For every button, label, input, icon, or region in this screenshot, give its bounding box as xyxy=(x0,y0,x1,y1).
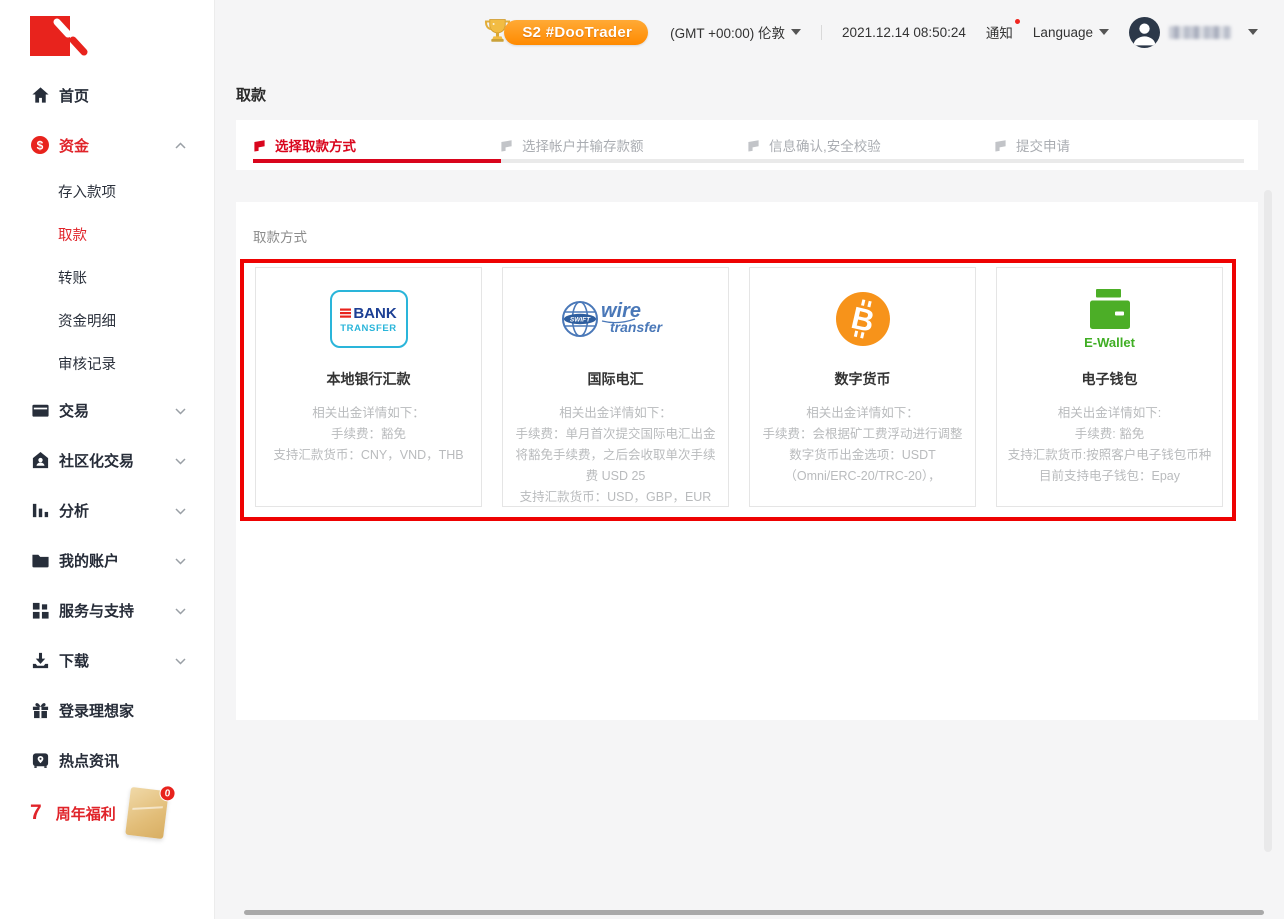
user-name-redacted xyxy=(1169,26,1231,39)
swift-wire-transfer-logo: SWIFT wire transfer xyxy=(512,282,719,356)
season-badge-label: S2 #DooTrader xyxy=(504,20,648,45)
sidebar-item-label: 资金 xyxy=(59,135,89,156)
progress-segment-active xyxy=(253,159,501,163)
bank-bars-icon xyxy=(340,307,351,319)
sidebar-item-trading[interactable]: 交易 xyxy=(0,385,214,435)
chevron-up-icon xyxy=(175,137,186,154)
sidebar-item-community-trading[interactable]: 社区化交易 xyxy=(0,435,214,485)
sidebar-item-transfer[interactable]: 转账 xyxy=(0,256,214,299)
chevron-down-icon xyxy=(175,502,186,519)
download-icon xyxy=(30,650,50,670)
bank-transfer-logo: BANK TRANSFER xyxy=(265,282,472,356)
sidebar-item-ideal-home[interactable]: 登录理想家 xyxy=(0,685,214,735)
method-card-local-bank[interactable]: BANK TRANSFER 本地银行汇款 相关出金详情如下： 手续费：豁免 支持… xyxy=(255,267,482,507)
sidebar-item-hot-news[interactable]: 热点资讯 xyxy=(0,735,214,785)
withdrawal-steps: 选择取款方式 选择帐户并输存款额 信息确认,安全校验 提交申请 xyxy=(236,120,1258,170)
divider xyxy=(821,25,822,40)
sidebar-item-anniversary-benefits[interactable]: 7 周年福利 0 xyxy=(0,785,214,841)
community-icon xyxy=(30,450,50,470)
svg-text:$: $ xyxy=(37,138,44,152)
step-flag-icon xyxy=(994,139,1007,152)
page-title: 取款 xyxy=(236,64,1258,105)
seven-anniversary-icon: 7 xyxy=(30,801,42,825)
sidebar-item-label: 首页 xyxy=(59,85,89,106)
method-description: 相关出金详情如下: 手续费: 豁免 支持汇款货币:按照客户电子钱包币种 目前支持… xyxy=(1006,403,1213,487)
caret-down-icon xyxy=(791,29,801,35)
avatar-icon xyxy=(1129,17,1160,48)
folder-icon xyxy=(30,550,50,570)
chevron-down-icon xyxy=(175,452,186,469)
chevron-down-icon xyxy=(175,552,186,569)
home-icon xyxy=(30,85,50,105)
user-menu[interactable] xyxy=(1129,17,1258,48)
step-flag-icon xyxy=(500,139,513,152)
caret-down-icon xyxy=(1248,29,1258,35)
method-card-crypto[interactable]: B 数字货币 相关出金详情如下： 手续费：会根据矿工费浮动进行调整 数字 xyxy=(749,267,976,507)
method-description: 相关出金详情如下： 手续费：会根据矿工费浮动进行调整 数字货币出金选项：USDT… xyxy=(759,403,966,487)
method-title: 国际电汇 xyxy=(512,369,719,389)
horizontal-scrollbar[interactable] xyxy=(244,910,1264,915)
method-description: 相关出金详情如下： 手续费：豁免 支持汇款货币：CNY，VND，THB xyxy=(265,403,472,466)
sidebar-item-my-account[interactable]: 我的账户 xyxy=(0,535,214,585)
method-description: 相关出金详情如下： 手续费：单月首次提交国际电汇出金将豁免手续费，之后会收取单次… xyxy=(512,403,719,508)
vertical-scrollbar[interactable] xyxy=(1264,190,1272,852)
doo-prime-logo[interactable] xyxy=(30,15,90,61)
sidebar-item-withdrawal[interactable]: 取款 xyxy=(0,213,214,256)
method-title: 电子钱包 xyxy=(1006,369,1213,389)
datetime: 2021.12.14 08:50:24 xyxy=(842,25,966,40)
timezone-selector[interactable]: (GMT +00:00) 伦敦 xyxy=(670,22,801,42)
ewallet-logo-text: E-Wallet xyxy=(1084,335,1135,350)
section-label: 取款方式 xyxy=(253,226,1258,246)
season-badge[interactable]: S2 #DooTrader xyxy=(482,17,648,48)
svg-text:SWIFT: SWIFT xyxy=(569,316,590,323)
sidebar-item-fund-details[interactable]: 资金明细 xyxy=(0,299,214,342)
red-highlight-annotation: BANK TRANSFER 本地银行汇款 相关出金详情如下： 手续费：豁免 支持… xyxy=(240,259,1236,521)
chevron-down-icon xyxy=(175,602,186,619)
sidebar-item-analysis[interactable]: 分析 xyxy=(0,485,214,535)
method-title: 数字货币 xyxy=(759,369,966,389)
sidebar-item-audit-records[interactable]: 审核记录 xyxy=(0,342,214,385)
chevron-down-icon xyxy=(175,652,186,669)
language-selector[interactable]: Language xyxy=(1033,25,1109,40)
funds-icon: $ xyxy=(30,135,50,155)
notifications-link[interactable]: 通知 xyxy=(986,22,1013,42)
gift-icon xyxy=(30,700,50,720)
sidebar-item-services-support[interactable]: 服务与支持 xyxy=(0,585,214,635)
steps-progress-track xyxy=(253,159,1244,163)
step-flag-icon xyxy=(253,139,266,152)
trade-icon xyxy=(30,400,50,420)
chevron-down-icon xyxy=(175,402,186,419)
method-title: 本地银行汇款 xyxy=(265,369,472,389)
news-pin-icon xyxy=(30,750,50,770)
red-packet-icon: 0 xyxy=(125,787,169,839)
step-flag-icon xyxy=(747,139,760,152)
sidebar-item-download[interactable]: 下载 xyxy=(0,635,214,685)
analysis-icon xyxy=(30,500,50,520)
notification-dot xyxy=(1015,19,1020,24)
badge-count: 0 xyxy=(158,784,176,802)
bitcoin-logo: B xyxy=(759,282,966,356)
top-bar: S2 #DooTrader (GMT +00:00) 伦敦 2021.12.14… xyxy=(215,0,1284,64)
caret-down-icon xyxy=(1099,29,1109,35)
method-card-international-wire[interactable]: SWIFT wire transfer 国际电汇 相关出金详情如下： 手续费：单… xyxy=(502,267,729,507)
method-card-ewallet[interactable]: E-Wallet 电子钱包 相关出金详情如下: 手续费: 豁免 支持汇款货币:按… xyxy=(996,267,1223,507)
sidebar-item-deposit[interactable]: 存入款项 xyxy=(0,170,214,213)
svg-text:transfer: transfer xyxy=(610,319,664,335)
sidebar-item-home[interactable]: 首页 xyxy=(0,70,214,120)
grid-icon xyxy=(30,600,50,620)
sidebar: 首页 $ 资金 存入款项 取款 转账 资金明细 审核记录 交易 社区化交易 分析 xyxy=(0,0,215,919)
sidebar-item-funds[interactable]: $ 资金 xyxy=(0,120,214,170)
ewallet-logo: E-Wallet xyxy=(1006,282,1213,356)
withdrawal-methods-panel: 取款方式 BANK TRANSFER 本地银行汇款 xyxy=(236,202,1258,720)
